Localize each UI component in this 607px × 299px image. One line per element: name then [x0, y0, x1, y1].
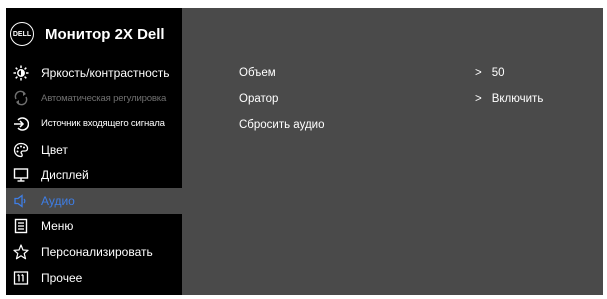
sidebar-item-label: Яркость/контрастность [41, 65, 170, 80]
reset-audio-row[interactable]: Сбросить аудио [239, 115, 324, 135]
sidebar-item-label: Дисплей [41, 168, 89, 183]
sidebar-item-label: Цвет [41, 142, 68, 157]
sidebar-item-label: Аудио [41, 193, 75, 208]
sidebar-item-display[interactable]: Дисплей [6, 162, 182, 188]
speaker-row[interactable]: Оратор > Включить [239, 89, 543, 109]
speaker-label: Оратор [239, 93, 279, 105]
sidebar-item-label: Автоматическая регулировка [41, 92, 167, 104]
auto-adjust-icon [11, 88, 31, 108]
reset-audio-label: Сбросить аудио [239, 119, 325, 131]
sidebar-item-auto-adjust: Автоматическая регулировка [6, 86, 182, 112]
sidebar-item-input-source[interactable]: Источник входящего сигнала [6, 111, 182, 137]
sidebar-item-menu[interactable]: Меню [6, 214, 182, 240]
audio-settings-panel: Объем >50 Оратор > Включить Сбросить ауди… [182, 8, 603, 295]
sidebar: DELL Монитор 2X Dell Яркость/контрастнос… [6, 8, 182, 295]
star-icon [11, 242, 31, 262]
menu-icon [11, 216, 31, 236]
dell-logo: DELL [10, 22, 34, 46]
sidebar-item-label: Источник входящего сигнала [41, 118, 165, 130]
brightness-icon [11, 63, 31, 83]
sidebar-item-brightness[interactable]: Яркость/контрастность [6, 60, 182, 86]
sidebar-item-label: Меню [41, 219, 74, 234]
volume-value-text: 50 [491, 67, 505, 79]
sidebar-item-personalize[interactable]: Персонализировать [6, 239, 182, 265]
speaker-value-text: Включить [491, 93, 544, 105]
sidebar-item-label: Прочее [41, 270, 83, 285]
display-icon [11, 165, 31, 185]
osd-window: DELL Монитор 2X Dell Яркость/контрастнос… [6, 8, 603, 295]
volume-label: Объем [239, 67, 276, 79]
sidebar-item-audio[interactable]: Аудио [6, 187, 182, 214]
color-palette-icon [11, 140, 31, 160]
speaker-value: > Включить [475, 93, 543, 105]
sidebar-item-other[interactable]: Прочее [6, 265, 182, 291]
volume-value: >50 [475, 67, 505, 79]
sidebar-item-color[interactable]: Цвет [6, 137, 182, 163]
monitor-title: Монитор 2X Dell [45, 25, 165, 43]
sidebar-item-label: Персонализировать [41, 244, 153, 259]
speaker-icon [11, 191, 31, 211]
osd-header: DELL Монитор 2X Dell [6, 8, 182, 60]
volume-row[interactable]: Объем >50 [239, 63, 505, 83]
chevron-right-icon: > [475, 93, 482, 105]
input-source-icon [11, 114, 31, 134]
other-icon [11, 268, 31, 288]
chevron-right-icon: > [475, 67, 482, 79]
